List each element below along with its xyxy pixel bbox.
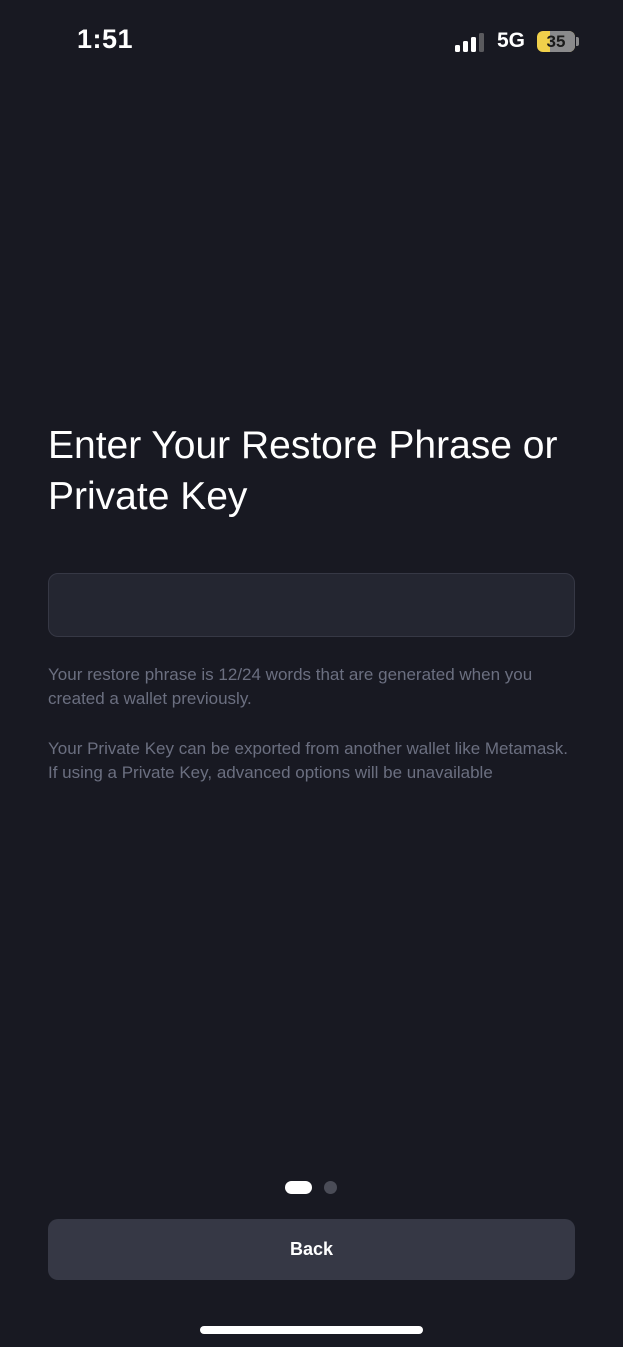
battery-tip-icon xyxy=(576,37,579,46)
home-indicator[interactable] xyxy=(200,1326,423,1334)
page-title: Enter Your Restore Phrase or Private Key xyxy=(48,424,558,518)
signal-bar xyxy=(471,37,476,52)
battery-level: 35 xyxy=(546,32,566,51)
signal-bar xyxy=(463,41,468,52)
page-indicator xyxy=(0,1181,623,1195)
restore-phrase-input[interactable] xyxy=(48,573,575,637)
page-dot-inactive xyxy=(324,1181,337,1194)
cellular-signal-icon xyxy=(455,32,487,52)
private-key-helper-text: Your Private Key can be exported from an… xyxy=(48,739,569,782)
battery-icon: 35 xyxy=(537,31,575,52)
signal-bar xyxy=(479,33,484,52)
signal-bar xyxy=(455,45,460,52)
page-dot-active xyxy=(285,1181,312,1194)
status-bar: 1:51 5G 35 xyxy=(0,0,623,84)
network-type-label: 5G xyxy=(497,29,526,52)
back-button[interactable]: Back xyxy=(48,1219,575,1280)
restore-phrase-helper-text: Your restore phrase is 12/24 words that … xyxy=(48,665,533,708)
status-time: 1:51 xyxy=(77,24,134,54)
